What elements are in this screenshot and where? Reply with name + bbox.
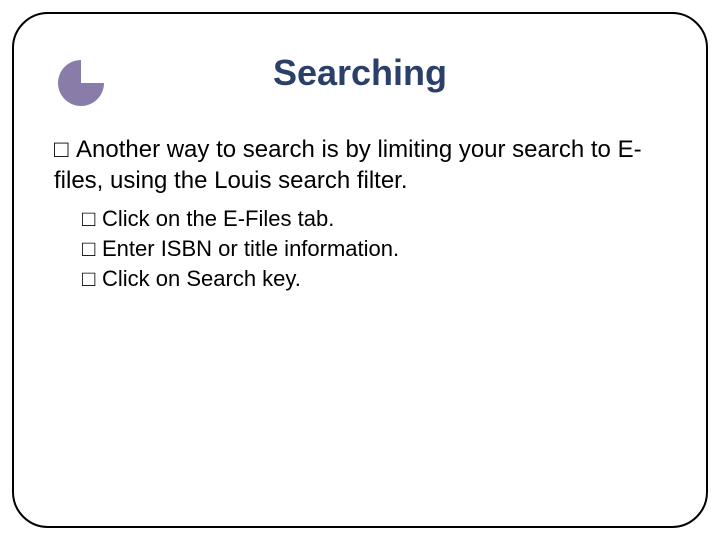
sub-bullet-text: Click on Search key. bbox=[102, 266, 301, 291]
sub-bullet-text: Click on the E-Files tab. bbox=[102, 206, 334, 231]
bullet-square-icon: □ bbox=[82, 234, 102, 264]
bullet-square-icon: □ bbox=[54, 134, 76, 165]
sub-bullet-text: Enter ISBN or title information. bbox=[102, 236, 399, 261]
main-bullet: □Another way to search is by limiting yo… bbox=[54, 134, 666, 196]
pacman-icon bbox=[58, 60, 104, 106]
sub-bullet: □Enter ISBN or title information. bbox=[82, 234, 666, 264]
slide-title: Searching bbox=[54, 52, 666, 94]
main-bullet-text: Another way to search is by limiting you… bbox=[54, 136, 642, 194]
sub-bullet: □Click on the E-Files tab. bbox=[82, 204, 666, 234]
sub-bullet: □Click on Search key. bbox=[82, 264, 666, 294]
bullet-square-icon: □ bbox=[82, 204, 102, 234]
sub-bullet-list: □Click on the E-Files tab. □Enter ISBN o… bbox=[82, 204, 666, 293]
bullet-square-icon: □ bbox=[82, 264, 102, 294]
slide-frame: Searching □Another way to search is by l… bbox=[12, 12, 708, 528]
